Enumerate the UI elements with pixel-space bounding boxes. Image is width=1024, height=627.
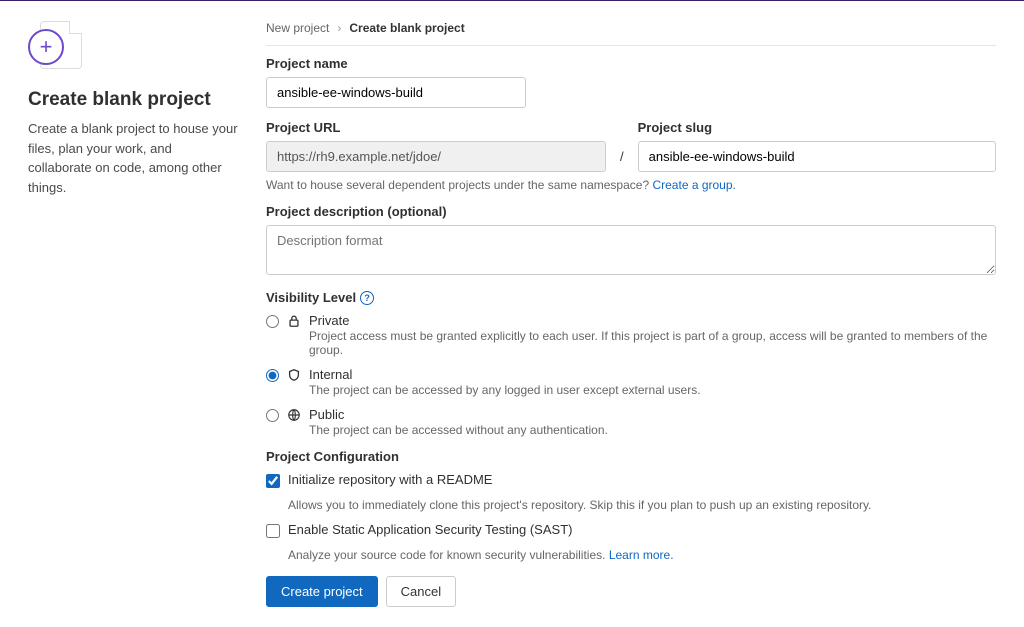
description-textarea[interactable]: [266, 225, 996, 275]
create-group-link[interactable]: Create a group.: [652, 178, 735, 192]
lock-icon: [287, 314, 301, 328]
visibility-internal-desc: The project can be accessed by any logge…: [309, 383, 996, 397]
plus-icon: +: [28, 29, 64, 65]
breadcrumb: New project › Create blank project: [266, 21, 996, 46]
visibility-public-radio[interactable]: [266, 409, 279, 422]
project-url-label: Project URL: [266, 120, 606, 135]
create-project-button[interactable]: Create project: [266, 576, 378, 607]
project-slug-label: Project slug: [638, 120, 996, 135]
project-name-label: Project name: [266, 56, 996, 71]
globe-icon: [287, 408, 301, 422]
project-url-input[interactable]: [266, 141, 606, 172]
visibility-private-radio[interactable]: [266, 315, 279, 328]
visibility-private-label: Private: [309, 313, 996, 328]
sast-learn-more-link[interactable]: Learn more.: [609, 548, 674, 562]
breadcrumb-current: Create blank project: [349, 21, 464, 35]
readme-label: Initialize repository with a README: [288, 472, 492, 487]
sidebar-heading: Create blank project: [28, 89, 238, 111]
readme-checkbox[interactable]: [266, 474, 280, 488]
sast-label: Enable Static Application Security Testi…: [288, 522, 572, 537]
visibility-public-desc: The project can be accessed without any …: [309, 423, 996, 437]
namespace-hint: Want to house several dependent projects…: [266, 178, 996, 192]
chevron-right-icon: ›: [337, 21, 341, 35]
sidebar-description: Create a blank project to house your fil…: [28, 119, 238, 197]
url-separator: /: [616, 149, 628, 172]
breadcrumb-parent[interactable]: New project: [266, 21, 329, 35]
project-name-input[interactable]: [266, 77, 526, 108]
sast-checkbox[interactable]: [266, 524, 280, 538]
shield-icon: [287, 368, 301, 382]
sast-desc: Analyze your source code for known secur…: [288, 548, 609, 562]
visibility-private-desc: Project access must be granted explicitl…: [309, 329, 996, 357]
project-slug-input[interactable]: [638, 141, 996, 172]
readme-desc: Allows you to immediately clone this pro…: [288, 498, 996, 512]
blank-project-icon: +: [28, 21, 82, 71]
cancel-button[interactable]: Cancel: [386, 576, 456, 607]
config-heading: Project Configuration: [266, 449, 399, 464]
visibility-public-label: Public: [309, 407, 996, 422]
description-label: Project description (optional): [266, 204, 996, 219]
help-icon[interactable]: ?: [360, 291, 374, 305]
visibility-internal-label: Internal: [309, 367, 996, 382]
visibility-heading: Visibility Level: [266, 290, 356, 305]
visibility-internal-radio[interactable]: [266, 369, 279, 382]
